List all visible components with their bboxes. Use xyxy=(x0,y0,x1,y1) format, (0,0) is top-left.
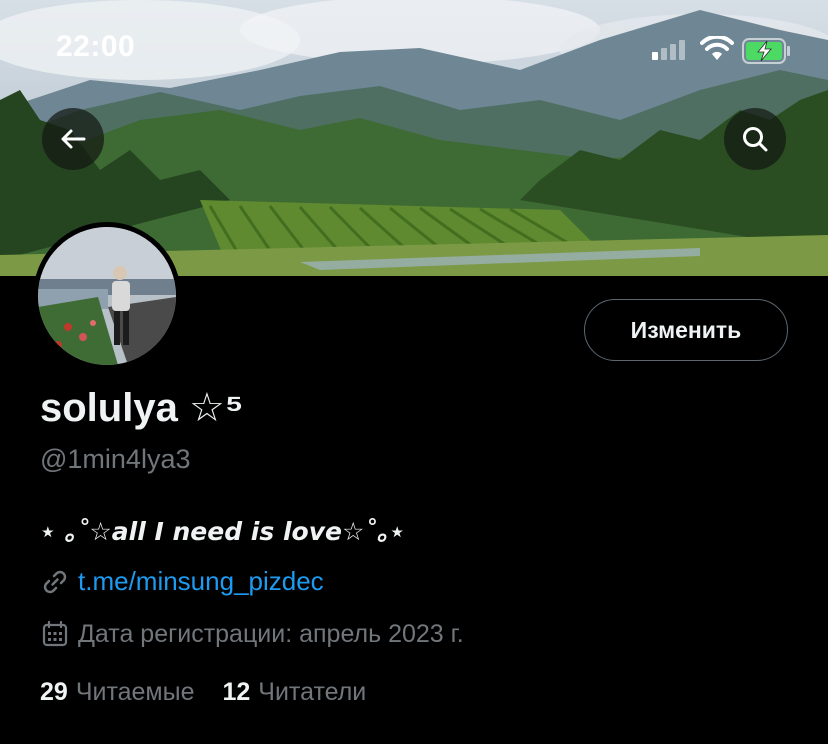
search-icon xyxy=(743,127,768,152)
website-row: t.me/minsung_pizdec xyxy=(40,566,324,597)
following-count[interactable]: 29 xyxy=(40,678,68,707)
arrow-left-icon xyxy=(61,129,86,149)
edit-profile-button[interactable]: Изменить xyxy=(584,299,788,361)
avatar[interactable] xyxy=(33,222,181,370)
status-time: 22:00 xyxy=(56,30,136,63)
follow-stats: 29 Читаемые 12 Читатели xyxy=(40,678,366,707)
join-date-row: Дата регистрации: апрель 2023 г. xyxy=(40,619,464,649)
user-handle: @1min4lya3 xyxy=(40,444,191,474)
display-name: solulya ☆⁵ xyxy=(40,386,244,430)
search-button[interactable] xyxy=(724,108,786,170)
wifi-icon xyxy=(700,36,734,60)
signal-icon xyxy=(652,40,685,60)
followers-count[interactable]: 12 xyxy=(222,678,250,707)
calendar-icon xyxy=(42,620,68,647)
followers-label[interactable]: Читатели xyxy=(258,678,366,707)
join-date: Дата регистрации: апрель 2023 г. xyxy=(78,619,464,648)
website-link[interactable]: t.me/minsung_pizdec xyxy=(78,566,324,597)
battery-charging-icon xyxy=(742,38,790,64)
status-bar: 22:00 xyxy=(0,0,828,100)
back-button[interactable] xyxy=(42,108,104,170)
link-icon xyxy=(43,570,67,593)
following-label[interactable]: Читаемые xyxy=(76,678,195,707)
bio: ⋆ ｡˚☆all I need is love☆˚｡⋆ xyxy=(40,517,406,546)
avatar-photo xyxy=(38,227,176,365)
